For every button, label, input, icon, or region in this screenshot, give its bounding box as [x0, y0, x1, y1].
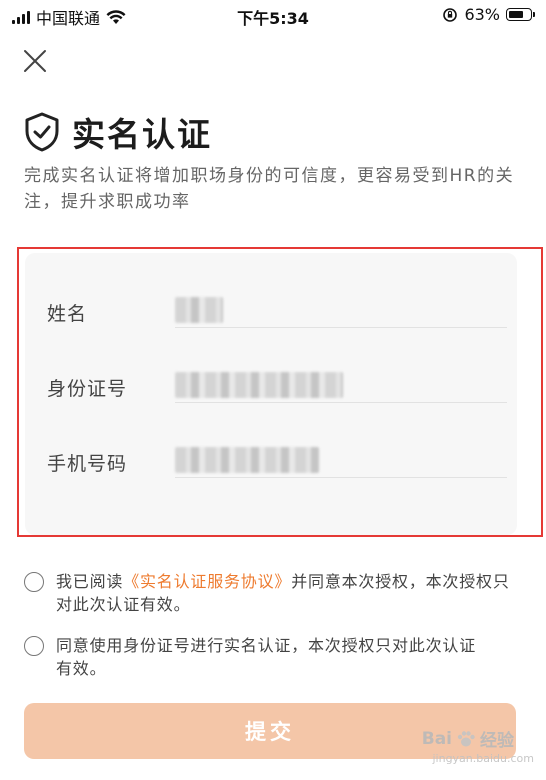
watermark-brand-2: 经验 [480, 731, 514, 751]
watermark-url: jingyan.baidu.com [432, 752, 534, 765]
agreement-2-radio[interactable] [24, 636, 44, 656]
page-title: 实名认证 [72, 115, 212, 154]
service-agreement-link[interactable]: 《实名认证服务协议》 [123, 572, 291, 591]
watermark-brand: Bai [421, 728, 452, 749]
battery-icon [506, 8, 535, 21]
shield-check-icon [25, 112, 59, 152]
agreement-1-text: 我已阅读《实名认证服务协议》并同意本次授权，本次授权只对此次认证有效。 [56, 570, 511, 616]
baidu-watermark: Bai 经验 jingyan.baidu.com [421, 726, 534, 766]
agreement-2-text: 同意使用身份证号进行实名认证，本次授权只对此次认证有效。 [56, 636, 477, 678]
agreement-1-radio[interactable] [24, 572, 44, 592]
page-subtitle: 完成实名认证将增加职场身份的可信度，更容易受到HR的关注，提升求职成功率 [24, 166, 515, 212]
status-bar: 中国联通 下午5:34 63% [0, 0, 546, 30]
paw-icon [457, 730, 475, 746]
status-right: 63% [442, 5, 535, 24]
agreement-row-2[interactable]: 同意使用身份证号进行实名认证，本次授权只对此次认证有效。 [24, 634, 476, 680]
highlight-frame [17, 247, 543, 537]
close-button[interactable] [20, 46, 50, 76]
rotation-lock-icon [443, 7, 458, 22]
close-icon [24, 50, 46, 72]
title-row: 实名认证 [24, 108, 212, 156]
agreement-row-1[interactable]: 我已阅读《实名认证服务协议》并同意本次授权，本次授权只对此次认证有效。 [24, 570, 511, 616]
agreement-1-text-before: 我已阅读 [56, 572, 124, 591]
battery-percent: 63% [464, 5, 500, 24]
